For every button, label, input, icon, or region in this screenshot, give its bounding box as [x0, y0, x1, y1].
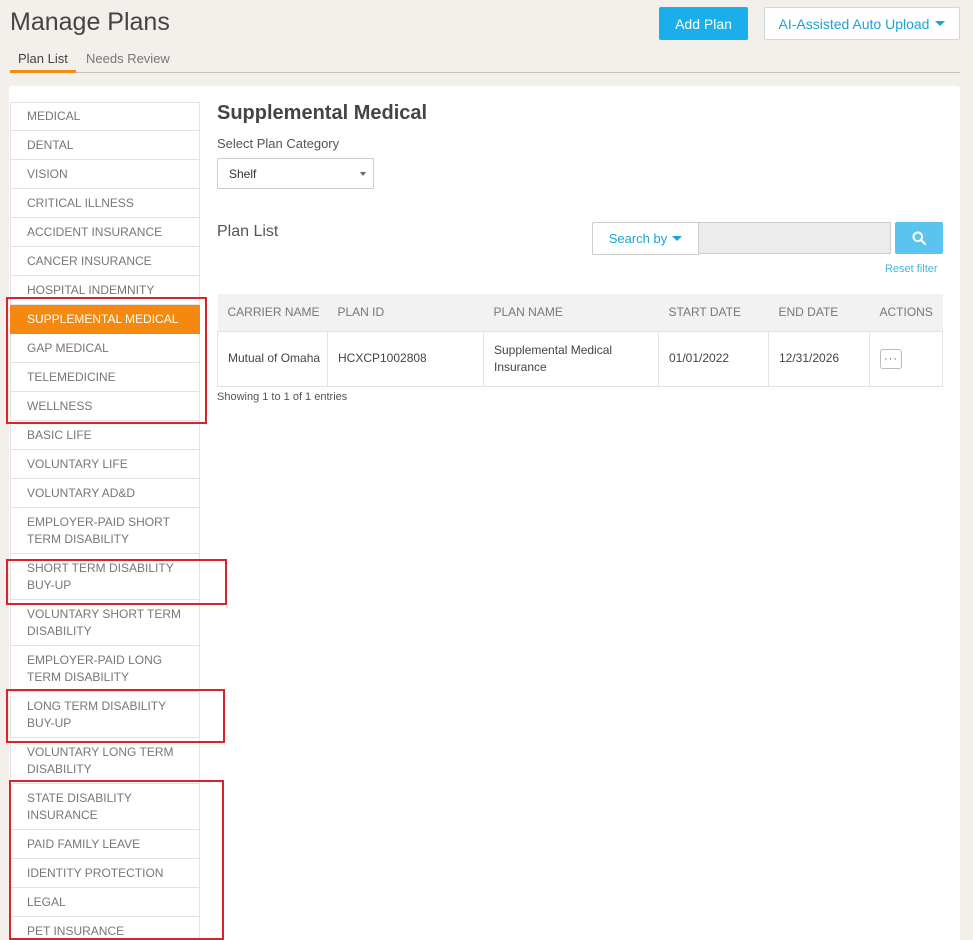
cell-end-date: 12/31/2026 [768, 330, 870, 387]
column-header-end-date[interactable]: END DATE [768, 294, 870, 331]
sidebar-item-std-buy-up[interactable]: SHORT TERM DISABILITY BUY-UP [10, 554, 200, 600]
sidebar-item-wellness[interactable]: WELLNESS [10, 392, 200, 421]
plans-table: CARRIER NAME PLAN ID PLAN NAME START DAT… [217, 294, 943, 387]
caret-down-icon [672, 236, 683, 241]
reset-filter-link[interactable]: Reset filter [885, 263, 938, 275]
cell-plan-name: Supplemental Medical Insurance [483, 330, 659, 387]
sidebar-item-gap-medical[interactable]: GAP MEDICAL [10, 334, 200, 363]
table-header-row: CARRIER NAME PLAN ID PLAN NAME START DAT… [217, 294, 943, 331]
sidebar-item-employer-paid-ltd[interactable]: EMPLOYER-PAID LONG TERM DISABILITY [10, 646, 200, 692]
ai-assisted-upload-button[interactable]: AI-Assisted Auto Upload [764, 7, 960, 40]
sidebar-item-state-disability[interactable]: STATE DISABILITY INSURANCE [10, 784, 200, 830]
column-header-actions: ACTIONS [869, 294, 943, 331]
sidebar-item-telemedicine[interactable]: TELEMEDICINE [10, 363, 200, 392]
chevron-down-icon [360, 172, 366, 176]
search-by-label: Search by [608, 231, 668, 246]
search-input[interactable] [698, 222, 891, 254]
search-button[interactable] [895, 222, 943, 254]
sidebar-item-voluntary-ltd[interactable]: VOLUNTARY LONG TERM DISABILITY [10, 738, 200, 784]
ai-upload-label: AI-Assisted Auto Upload [778, 15, 930, 32]
sidebar-item-legal[interactable]: LEGAL [10, 888, 200, 917]
cell-actions: ··· [869, 330, 943, 387]
column-header-plan-id[interactable]: PLAN ID [327, 294, 484, 331]
plan-category-sidebar: MEDICAL DENTAL VISION CRITICAL ILLNESS A… [10, 102, 200, 940]
tab-plan-list[interactable]: Plan List [10, 51, 76, 73]
sidebar-item-employer-paid-std[interactable]: EMPLOYER-PAID SHORT TERM DISABILITY [10, 508, 200, 554]
sidebar-item-voluntary-add[interactable]: VOLUNTARY AD&D [10, 479, 200, 508]
sidebar-item-accident-insurance[interactable]: ACCIDENT INSURANCE [10, 218, 200, 247]
search-by-dropdown[interactable]: Search by [592, 222, 699, 255]
plan-category-value: Shelf [229, 166, 257, 181]
search-icon [912, 231, 926, 245]
sidebar-item-paid-family-leave[interactable]: PAID FAMILY LEAVE [10, 830, 200, 859]
sidebar-item-hospital-indemnity[interactable]: HOSPITAL INDEMNITY [10, 276, 200, 305]
tab-bar: Plan List Needs Review [10, 50, 960, 73]
sidebar-item-critical-illness[interactable]: CRITICAL ILLNESS [10, 189, 200, 218]
sidebar-item-dental[interactable]: DENTAL [10, 131, 200, 160]
column-header-carrier-name[interactable]: CARRIER NAME [217, 294, 328, 331]
sidebar-item-cancer-insurance[interactable]: CANCER INSURANCE [10, 247, 200, 276]
table-row: Mutual of Omaha HCXCP1002808 Supplementa… [217, 330, 943, 387]
cell-start-date: 01/01/2022 [658, 330, 769, 387]
column-header-start-date[interactable]: START DATE [658, 294, 769, 331]
add-plan-button[interactable]: Add Plan [659, 7, 748, 40]
cell-carrier-name: Mutual of Omaha [217, 330, 328, 387]
section-title: Supplemental Medical [217, 102, 428, 124]
sidebar-item-voluntary-life[interactable]: VOLUNTARY LIFE [10, 450, 200, 479]
sidebar-item-ltd-buy-up[interactable]: LONG TERM DISABILITY BUY-UP [10, 692, 200, 738]
row-actions-menu-button[interactable]: ··· [880, 348, 902, 369]
sidebar-item-identity-protection[interactable]: IDENTITY PROTECTION [10, 859, 200, 888]
sidebar-item-medical[interactable]: MEDICAL [10, 102, 200, 131]
sidebar-item-supplemental-medical[interactable]: SUPPLEMENTAL MEDICAL [10, 305, 200, 334]
sidebar-item-voluntary-std[interactable]: VOLUNTARY SHORT TERM DISABILITY [10, 600, 200, 646]
caret-down-icon [935, 21, 946, 26]
table-entries-info: Showing 1 to 1 of 1 entries [217, 391, 348, 403]
sidebar-item-vision[interactable]: VISION [10, 160, 200, 189]
sidebar-item-pet-insurance[interactable]: PET INSURANCE [10, 917, 200, 940]
page-title: Manage Plans [10, 8, 170, 36]
column-header-plan-name[interactable]: PLAN NAME [483, 294, 659, 331]
sidebar-item-basic-life[interactable]: BASIC LIFE [10, 421, 200, 450]
tab-needs-review[interactable]: Needs Review [78, 51, 178, 73]
cell-plan-id: HCXCP1002808 [327, 330, 484, 387]
plan-list-title: Plan List [217, 223, 279, 240]
plan-category-select[interactable]: Shelf [217, 158, 374, 189]
plan-category-label: Select Plan Category [217, 136, 340, 151]
